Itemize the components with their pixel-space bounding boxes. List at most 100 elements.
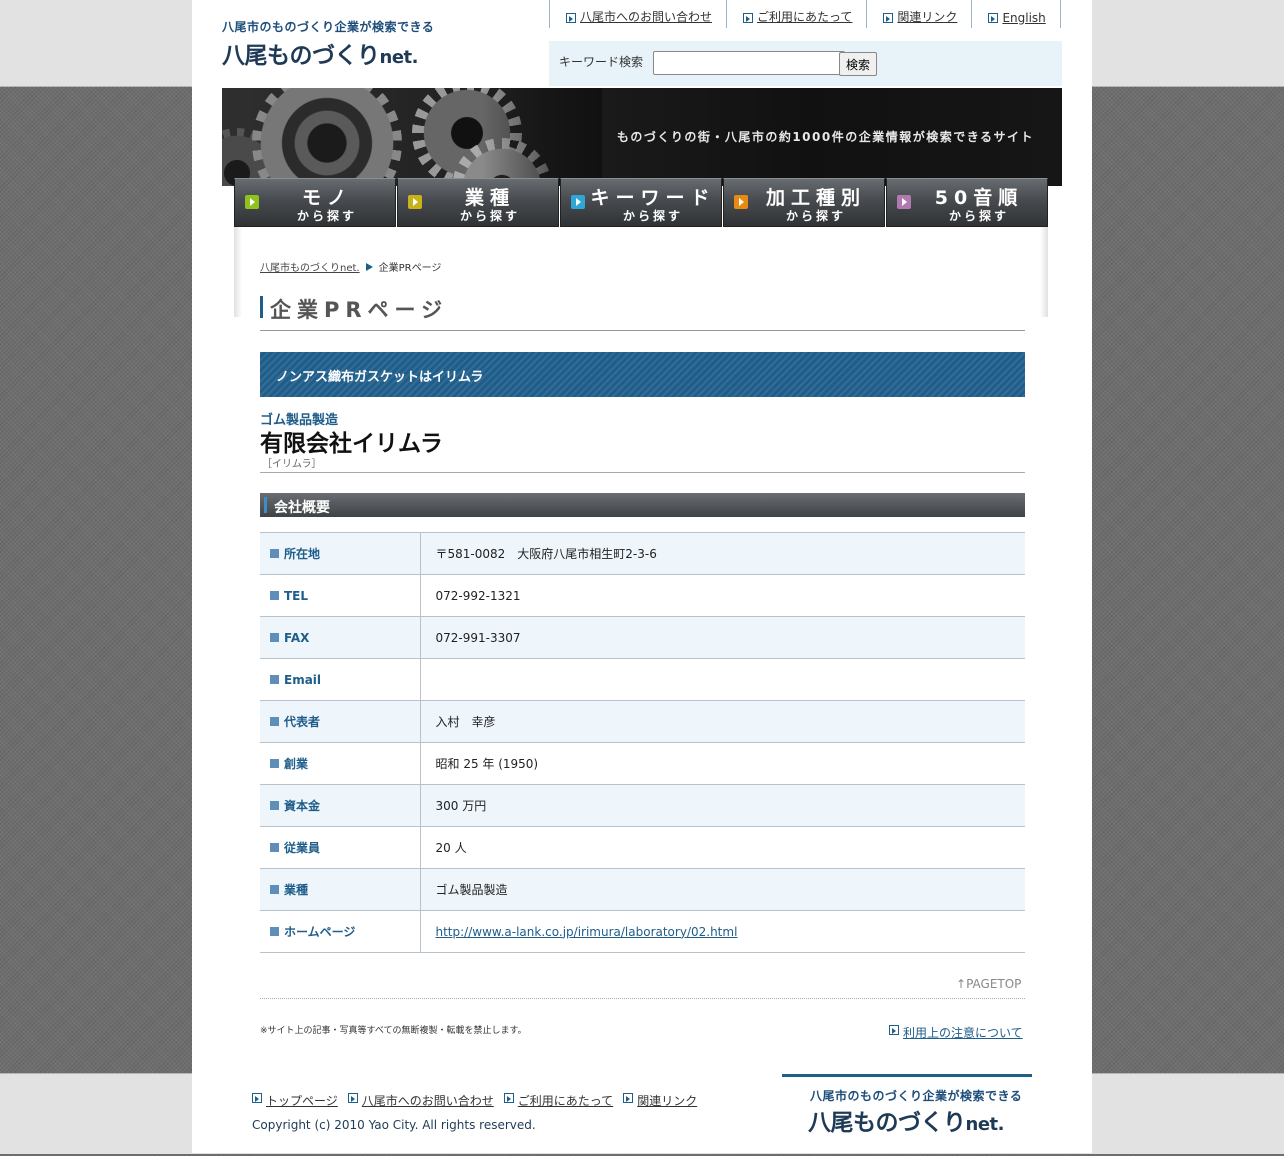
nav-item-subtitle: から探す [459,209,520,223]
nav-item-keyword[interactable]: キーワード から探す [560,178,722,227]
nav-arrow-icon [245,195,259,209]
nav-arrow-icon [571,195,585,209]
table-row: 資本金 300 万円 [260,784,1025,827]
footer-logo-net-text: net. [965,1114,1005,1135]
nav-item-industry[interactable]: 業種 から探す [397,178,559,227]
row-value: 昭和 25 年 (1950) [420,742,1025,785]
arrow-icon [883,13,894,23]
section-accent-bar [264,497,267,513]
footer-link-usage[interactable]: ご利用にあたって [503,1092,613,1109]
triangle-right-icon [365,263,373,271]
toplink-contact[interactable]: 八尾市へのお問い合わせ [549,0,726,28]
row-key-label: 業種 [284,883,309,897]
row-key-label: 創業 [284,757,309,771]
divider [260,472,1025,473]
section-header: 会社概要 [260,493,1025,517]
breadcrumb: 八尾市ものづくりnet. 企業PRページ [260,259,441,274]
arrow-icon [503,1093,514,1103]
section-title: 会社概要 [274,500,330,516]
row-value: 300 万円 [420,784,1025,827]
footer-logo-tagline: 八尾市のものづくり企業が検索できる [810,1089,1023,1103]
arrow-icon [623,1093,634,1103]
search-button[interactable]: 検索 [839,52,878,76]
footer-logo-title-text: 八尾ものづくり [808,1110,966,1136]
square-bullet-icon [270,759,279,768]
row-key: TEL [260,574,421,617]
footer-link-top-label: トップページ [266,1094,338,1108]
nav-item-subtitle: から探す [622,209,683,223]
usage-notes-link[interactable]: 利用上の注意について [889,1024,1023,1041]
arrow-icon [889,1025,899,1035]
nav-item-title: キーワード [590,187,716,209]
nav-item-mono[interactable]: モノ から探す [234,178,396,227]
nav-item-title: 業種 [464,187,515,209]
square-bullet-icon [270,632,279,642]
table-row: 所在地 〒581-0082 大阪府八尾市相生町2-3-6 [260,532,1025,575]
nav-item-process[interactable]: 加工種別 から探す [723,178,885,227]
arrow-icon [347,1093,358,1103]
table-row: FAX 072-991-3307 [260,616,1025,659]
pr-banner: ノンアス織布ガスケットはイリムラ [260,352,1025,397]
site-logo[interactable]: 八尾市のものづくり企業が検索できる 八尾ものづくりnet. [222,18,434,70]
row-key-label: ホームページ [284,925,356,939]
row-value: 〒581-0082 大阪府八尾市相生町2-3-6 [420,532,1025,575]
footer-link-top[interactable]: トップページ [252,1092,338,1109]
nav-arrow-icon [897,195,911,209]
nav-item-title: 加工種別 [765,187,866,209]
footer-link-related-label: 関連リンク [637,1094,698,1108]
toplink-related-label: 関連リンク [897,10,958,24]
pagetop-link[interactable]: ↑PAGETOP [956,977,1021,991]
square-bullet-icon [270,549,279,558]
toplink-usage[interactable]: ご利用にあたって [726,0,866,28]
toplink-usage-label: ご利用にあたって [757,10,853,24]
logo-net-text: net. [379,47,419,68]
logo-title: 八尾ものづくりnet. [222,36,434,70]
row-value: ゴム製品製造 [420,868,1025,911]
row-key-label: FAX [284,630,310,645]
company-kana: ［イリムラ］ [262,459,322,470]
row-value: 20 人 [420,826,1025,869]
footer-link-contact[interactable]: 八尾市へのお問い合わせ [347,1092,494,1109]
row-key: 所在地 [260,532,421,575]
nav-item-kana[interactable]: 50音順 から探す [886,178,1048,227]
footer-link-related[interactable]: 関連リンク [623,1092,697,1109]
gear-icon [252,88,402,186]
nav-item-title: モノ [301,187,352,209]
row-key: 創業 [260,742,421,785]
square-bullet-icon [270,801,279,810]
row-value: http://www.a-lank.co.jp/irimura/laborato… [420,910,1025,953]
search-input[interactable] [653,51,845,75]
homepage-link[interactable]: http://www.a-lank.co.jp/irimura/laborato… [436,925,738,939]
row-key: 業種 [260,868,421,911]
row-value: 072-991-3307 [420,616,1025,659]
nav-item-title: 50音順 [934,187,1024,209]
logo-title-text: 八尾ものづくり [222,43,380,69]
hero-banner: ものづくりの街・八尾市の約1000件の企業情報が検索できるサイト [222,88,1062,186]
breadcrumb-home[interactable]: 八尾市ものづくりnet. [260,263,360,274]
main-nav: モノ から探す 業種 から探す キーワード から探す 加工種別 から探す 50音… [234,178,1048,227]
page-title: 企業PRページ [260,294,1025,331]
toplink-english-label: English [1002,11,1046,25]
row-key: 資本金 [260,784,421,827]
title-accent-bar [260,296,263,318]
logo-tagline: 八尾市のものづくり企業が検索できる [222,20,435,34]
row-value [420,658,1025,701]
keyword-search: キーワード検索 検索 [549,41,1062,86]
table-row: 従業員 20 人 [260,826,1025,869]
row-key: 代表者 [260,700,421,743]
row-key-label: TEL [284,588,309,603]
toplink-related[interactable]: 関連リンク [866,0,971,28]
row-key-label: 従業員 [284,841,321,855]
toplink-english[interactable]: English [971,0,1061,28]
copyright-notice: ※サイト上の記事・写真等すべての無断複製・転載を禁止します。 [260,1026,527,1036]
banner-fade [482,88,602,186]
footer-logo[interactable]: 八尾市のものづくり企業が検索できる 八尾ものづくりnet. [782,1074,1032,1156]
nav-item-subtitle: から探す [948,209,1009,223]
nav-item-subtitle: から探す [785,209,846,223]
square-bullet-icon [270,717,279,726]
page-container: 八尾市のものづくり企業が検索できる 八尾ものづくりnet. 八尾市へのお問い合わ… [192,0,1092,1153]
row-key: Email [260,658,421,701]
row-key: 従業員 [260,826,421,869]
copyright: Copyright (c) 2010 Yao City. All rights … [252,1118,536,1132]
table-row: Email [260,658,1025,701]
